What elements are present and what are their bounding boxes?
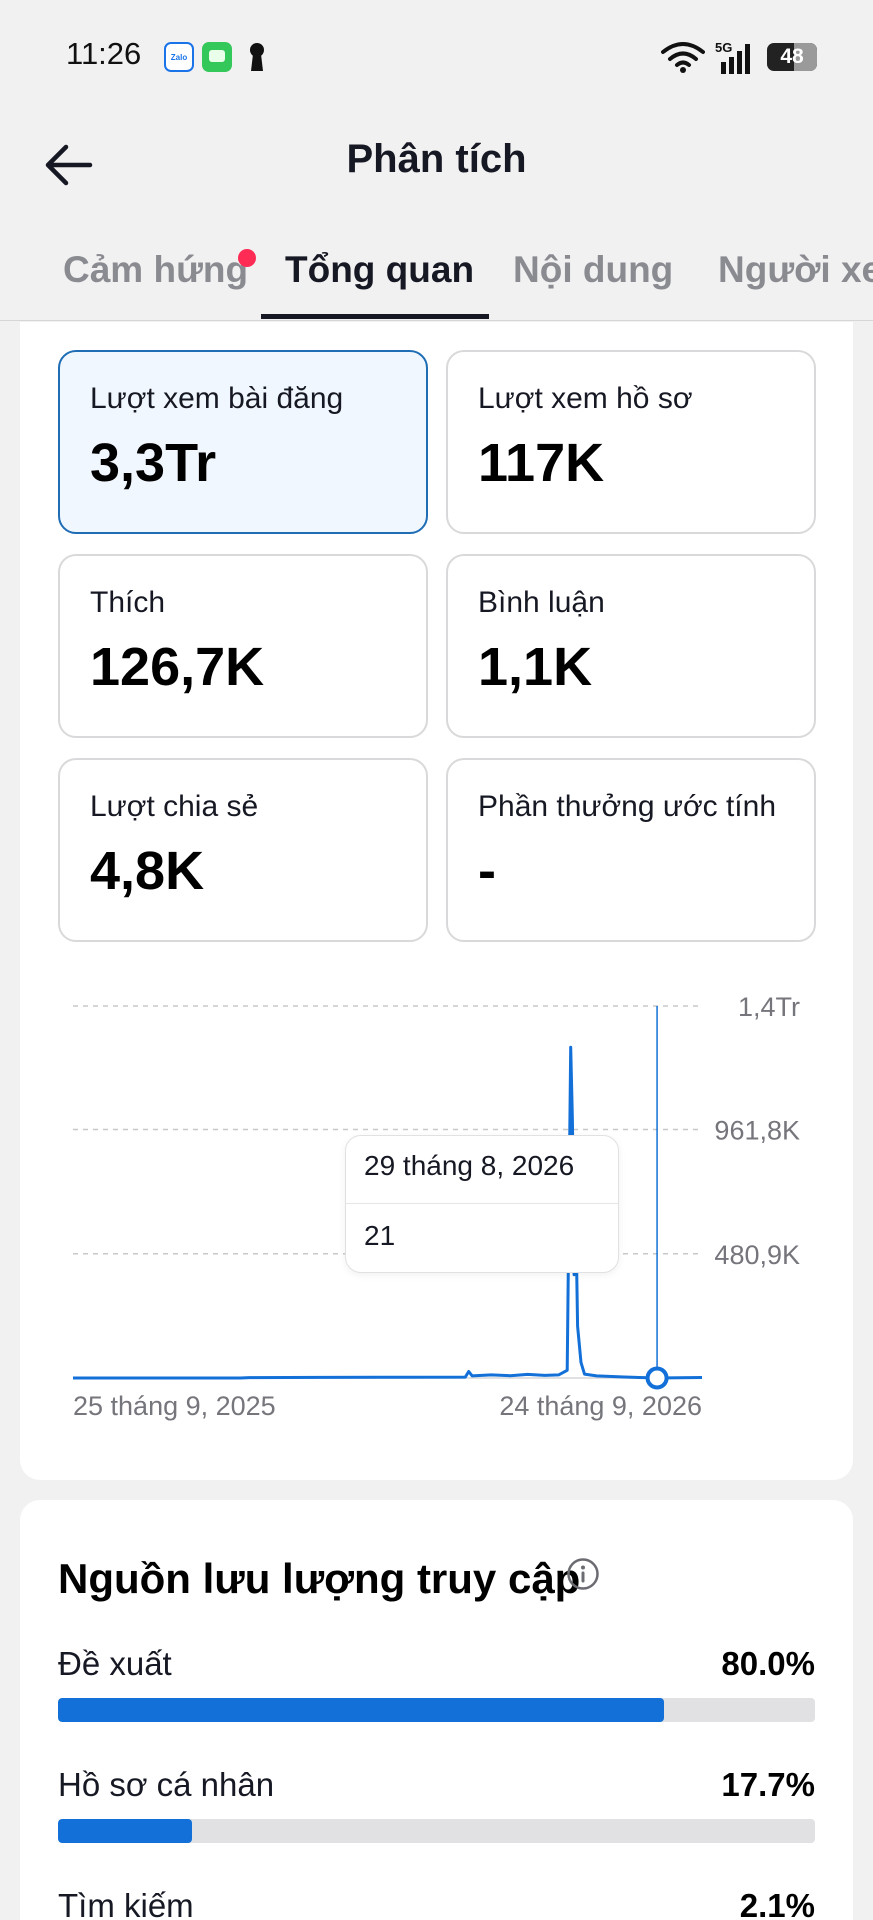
x-tick-label: 25 tháng 9, 2025 [73, 1391, 276, 1421]
chart-tooltip: 29 tháng 8, 2026 21 [345, 1135, 619, 1273]
tooltip-value: 21 [364, 1220, 396, 1251]
source-bar-track [58, 1698, 815, 1722]
source-percent: 2.1% [739, 1887, 815, 1920]
source-name: Tìm kiếm [58, 1887, 194, 1920]
source-percent: 80.0% [721, 1645, 815, 1682]
source-bar-track [58, 1819, 815, 1843]
traffic-source-panel: Nguồn lưu lượng truy cập Đề xuất 80.0% H… [20, 1500, 853, 1920]
info-icon[interactable] [566, 1557, 600, 1591]
highlight-point [645, 1366, 669, 1390]
source-bar-fill [58, 1698, 664, 1722]
source-name: Hồ sơ cá nhân [58, 1766, 275, 1803]
x-tick-label: 24 tháng 9, 2026 [499, 1391, 702, 1421]
y-tick-label: 961,8K [714, 1116, 800, 1146]
source-percent: 17.7% [721, 1766, 815, 1803]
tooltip-divider [346, 1203, 618, 1204]
source-name: Đề xuất [58, 1645, 172, 1682]
traffic-title: Nguồn lưu lượng truy cập [58, 1555, 581, 1602]
y-tick-label: 480,9K [714, 1240, 800, 1270]
source-bar-fill [58, 1819, 192, 1843]
y-tick-label: 1,4Tr [738, 992, 800, 1022]
tooltip-date: 29 tháng 8, 2026 [364, 1150, 575, 1181]
